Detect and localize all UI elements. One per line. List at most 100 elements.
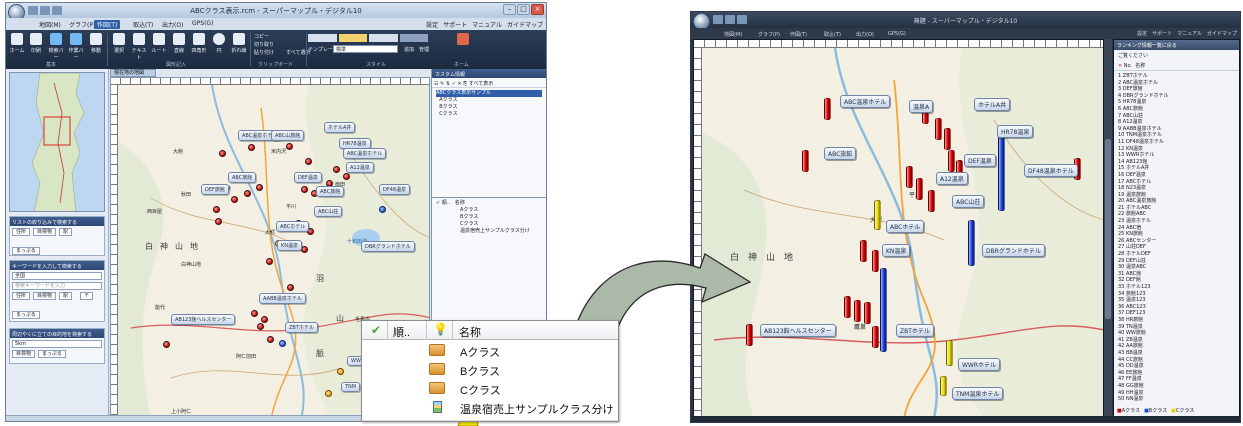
keyword-input[interactable]: 検索キーワードを入力: [12, 282, 102, 290]
tree-item[interactable]: Cクラス: [436, 111, 542, 118]
show-all-button[interactable]: すべて表示: [469, 81, 493, 87]
class-a-bar[interactable]: [928, 190, 935, 212]
line-button[interactable]: 直線: [170, 33, 188, 54]
settings-link[interactable]: 設定: [426, 20, 438, 29]
mapple-button[interactable]: まっぷる: [38, 350, 66, 358]
hotel-marker[interactable]: [213, 206, 220, 213]
style-swatches[interactable]: [308, 34, 428, 42]
map-label[interactable]: ZBTホテル: [896, 324, 934, 337]
class-c-bar[interactable]: [874, 200, 881, 230]
zoom-scrollbar[interactable]: [1104, 39, 1112, 417]
hotel-marker[interactable]: [337, 368, 344, 375]
class-a-bar[interactable]: [872, 250, 879, 272]
class-a-bar[interactable]: [944, 128, 951, 150]
map-label[interactable]: ZBTホテル: [285, 322, 318, 333]
add-button[interactable]: 追加: [404, 46, 414, 53]
class-a-bar[interactable]: [860, 240, 867, 262]
tree-item[interactable]: ABCクラス表示サンプル: [436, 90, 542, 97]
close-button[interactable]: ×: [531, 4, 544, 15]
hotel-marker[interactable]: [279, 340, 286, 347]
toolbar-icons[interactable]: ☷ ✎ ⇅ ✓ ✕ ⎘: [434, 81, 469, 87]
map-label[interactable]: A12温泉: [346, 162, 374, 173]
hotel-marker[interactable]: [343, 173, 350, 180]
hotel-marker[interactable]: [261, 316, 268, 323]
map-label[interactable]: DBRグランドホテル: [361, 241, 415, 252]
map-label[interactable]: DBRグランドホテル: [982, 244, 1045, 257]
map-label[interactable]: AB123館ヘルスセンター: [171, 314, 236, 325]
ranking-row[interactable]: 10 TNM温泉ホテル: [1118, 132, 1235, 139]
map-label[interactable]: DEF旅館: [201, 184, 229, 195]
check-icon[interactable]: ✔: [371, 323, 381, 337]
menu-gps[interactable]: GPS(G): [885, 31, 909, 37]
class-a-bar[interactable]: [872, 326, 879, 348]
map-label[interactable]: 温泉A: [909, 100, 934, 113]
map-label[interactable]: ABC旅館: [228, 172, 257, 183]
landmark-button[interactable]: 目標物: [33, 292, 57, 300]
class-a-bar[interactable]: [746, 324, 753, 346]
map-label[interactable]: ABC山旅館: [271, 130, 305, 141]
landmark-button[interactable]: 目標物: [33, 228, 57, 236]
hotel-marker[interactable]: [219, 150, 226, 157]
class-a-bar[interactable]: [854, 300, 861, 322]
region-select[interactable]: 全国: [12, 272, 102, 280]
select-button[interactable]: 選択: [110, 33, 128, 54]
hotel-marker[interactable]: [325, 390, 332, 397]
support-link[interactable]: サポート: [443, 20, 467, 29]
menu-import[interactable]: 取込(T): [130, 20, 156, 29]
work-bar-button[interactable]: 作業バー: [67, 33, 85, 61]
map-label[interactable]: ABC温泉ホテル: [840, 95, 891, 108]
circle-button[interactable]: 円: [210, 33, 228, 54]
landmark-button[interactable]: 目標物: [12, 350, 36, 358]
map-label[interactable]: ホテルA井: [974, 98, 1011, 111]
guide-map-link[interactable]: ガイドマップ: [507, 20, 543, 29]
ranking-row[interactable]: 15 ホテルA井: [1118, 165, 1235, 172]
hotel-marker[interactable]: [215, 218, 222, 225]
name-column[interactable]: 名称: [459, 324, 481, 340]
ranking-row[interactable]: 38 HR旅館: [1118, 317, 1235, 324]
ranking-row[interactable]: 33 ホテル123: [1118, 284, 1235, 291]
template-select[interactable]: 標準: [333, 45, 398, 53]
radius-select[interactable]: 5km: [12, 340, 102, 348]
search-bar-button[interactable]: 検索バー: [47, 33, 65, 61]
map-label[interactable]: DEF温泉: [294, 172, 322, 183]
paste-button[interactable]: 貼り付け: [254, 49, 274, 57]
hotel-marker[interactable]: [248, 144, 255, 151]
menu-map[interactable]: 地図(M): [721, 31, 745, 38]
print-button[interactable]: 印刷: [27, 33, 45, 54]
ranking-row[interactable]: 12 KN温泉: [1118, 146, 1235, 153]
ranking-row[interactable]: 48 GG旅館: [1118, 383, 1235, 390]
ranking-row[interactable]: 3 DEF旅館: [1118, 86, 1235, 93]
bulb-icon[interactable]: 💡: [433, 322, 448, 336]
station-button[interactable]: 駅: [59, 292, 73, 300]
layer-list-row[interactable]: 温泉宿売上サンプルクラス分け: [436, 228, 542, 235]
copy-button[interactable]: コピー: [254, 33, 274, 41]
hotel-marker[interactable]: [286, 143, 293, 150]
ranking-row[interactable]: 47 FF温泉: [1118, 376, 1235, 383]
zoom-thumb[interactable]: [1105, 139, 1111, 319]
ranking-row[interactable]: 13 WWRホテル: [1118, 152, 1235, 159]
menu-draw[interactable]: 作図(T): [94, 20, 121, 29]
address-button[interactable]: 住所: [12, 228, 31, 236]
ranking-row[interactable]: 35 温泉123: [1118, 297, 1235, 304]
maximize-button[interactable]: □: [517, 4, 530, 15]
map-label[interactable]: ABC山荘: [314, 206, 343, 217]
class-a-bar[interactable]: [948, 150, 955, 172]
mapple-button[interactable]: まっぷる: [12, 311, 40, 319]
close-icon[interactable]: ✕: [1118, 63, 1122, 69]
ranking-row[interactable]: 32 DEF館: [1118, 277, 1235, 284]
map-label[interactable]: AABB温泉ホテル: [259, 293, 306, 304]
hotel-marker[interactable]: [267, 336, 274, 343]
class-a-bar[interactable]: [802, 150, 809, 172]
map-label[interactable]: ABCホテル: [276, 221, 310, 232]
class-a-bar[interactable]: [906, 166, 913, 188]
ranking-row[interactable]: 37 DEF123: [1118, 310, 1235, 317]
layer-list-row[interactable]: Bクラス: [436, 214, 542, 221]
menu-output[interactable]: 出力(O): [853, 31, 877, 38]
hotel-marker[interactable]: [379, 206, 386, 213]
station-button[interactable]: 駅: [59, 228, 73, 236]
ranking-row[interactable]: 16 DEF温泉: [1118, 172, 1235, 179]
3d-bar-map[interactable]: 白神山地 大鰐 平川 鷹巣: [693, 39, 1104, 417]
layer-list-row[interactable]: Aクラス: [436, 207, 542, 214]
layer-toolbar[interactable]: ☷ ✎ ⇅ ✓ ✕ ⎘ すべて表示: [432, 78, 546, 88]
manual-link[interactable]: マニュアル: [1177, 30, 1202, 37]
